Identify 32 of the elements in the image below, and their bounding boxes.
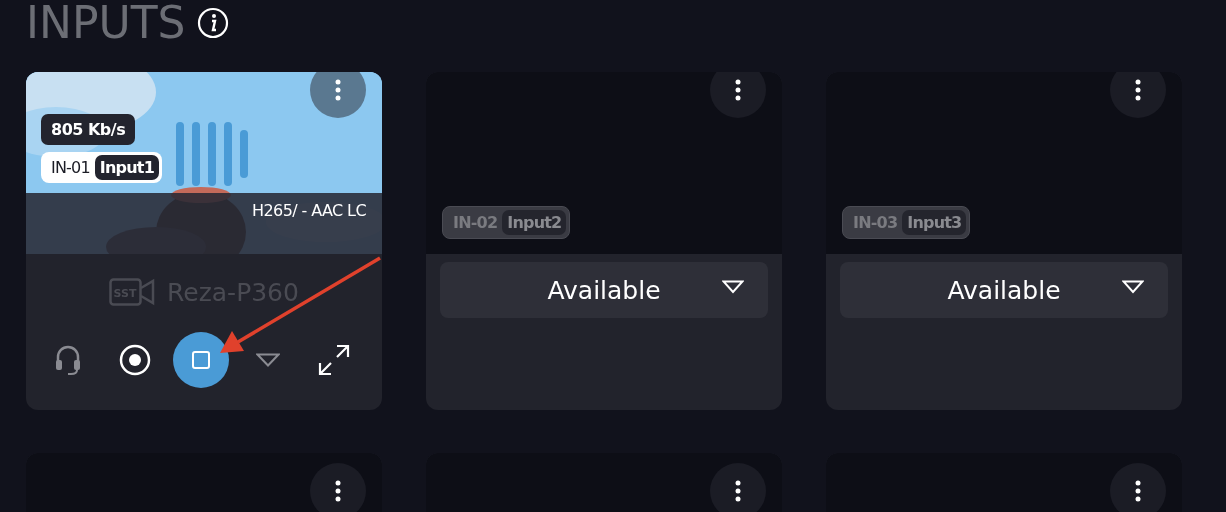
info-icon[interactable] <box>197 7 230 39</box>
input-id: IN-02 <box>452 213 499 232</box>
more-icon <box>735 79 741 101</box>
more-button[interactable] <box>710 463 766 512</box>
input-name: Input1 <box>94 155 159 180</box>
input-id: IN-01 <box>50 158 91 177</box>
more-icon <box>735 480 741 502</box>
more-icon <box>335 480 341 502</box>
expand-icon <box>317 343 351 377</box>
record-icon <box>118 344 151 376</box>
more-icon <box>1135 79 1141 101</box>
codec-label: H265/ - AAC LC <box>252 201 366 221</box>
more-button[interactable] <box>1110 72 1166 118</box>
bitrate-label: 805 Kb/s <box>41 114 136 145</box>
caret-icon <box>1122 280 1144 294</box>
more-button[interactable] <box>1110 463 1166 512</box>
caret-icon <box>255 353 280 367</box>
input-name: Input3 <box>902 210 967 235</box>
page-title: INPUTS <box>26 0 186 46</box>
stop-icon <box>192 351 210 369</box>
more-button[interactable] <box>310 463 366 512</box>
input-id: IN-03 <box>852 213 899 232</box>
headset-icon <box>54 344 82 376</box>
audio-level-icon <box>176 122 250 186</box>
stop-button[interactable] <box>173 332 229 388</box>
more-button[interactable] <box>710 72 766 118</box>
more-icon <box>1135 480 1141 502</box>
status-dropdown[interactable]: Available <box>840 262 1168 318</box>
more-icon <box>335 79 341 101</box>
caret-icon <box>722 280 744 294</box>
input-name: Input2 <box>502 210 567 235</box>
status-dropdown[interactable]: Available <box>440 262 768 318</box>
